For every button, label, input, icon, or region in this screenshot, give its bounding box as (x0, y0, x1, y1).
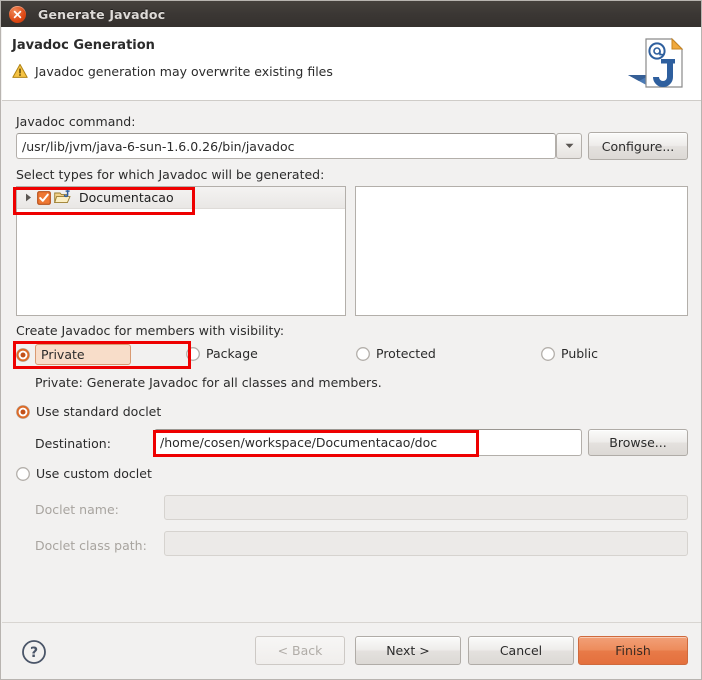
javadoc-command-dropdown[interactable] (556, 133, 582, 159)
javadoc-command-input[interactable]: /usr/lib/jvm/java-6-sun-1.6.0.26/bin/jav… (16, 133, 556, 159)
types-members-panel[interactable] (355, 186, 688, 316)
cancel-button[interactable]: Cancel (468, 636, 574, 665)
radio-unselected-icon (356, 346, 370, 361)
javadoc-command-label: Javadoc command: (16, 114, 136, 129)
checkbox-checked-icon[interactable] (37, 190, 51, 205)
radio-label-use-custom-doclet: Use custom doclet (36, 466, 152, 481)
back-button[interactable]: < Back (255, 636, 345, 665)
radio-label-private: Private (35, 344, 131, 365)
doclet-classpath-input (164, 531, 688, 556)
visibility-label: Create Javadoc for members with visibili… (16, 323, 285, 338)
radio-visibility-protected[interactable]: Protected (356, 346, 436, 361)
header-warning-message: Javadoc generation may overwrite existin… (35, 63, 333, 79)
header-message-row: Javadoc generation may overwrite existin… (12, 63, 333, 79)
visibility-description: Private: Generate Javadoc for all classe… (35, 375, 382, 390)
dialog-header: Javadoc Generation Javadoc generation ma… (2, 27, 701, 101)
radio-visibility-private[interactable]: Private (16, 344, 131, 365)
java-project-folder-icon (54, 190, 71, 204)
javadoc-document-icon (628, 37, 684, 88)
doclet-name-input (164, 495, 688, 520)
chevron-right-icon[interactable] (23, 192, 34, 203)
doclet-classpath-label: Doclet class path: (35, 538, 147, 553)
dialog-body: Javadoc command: /usr/lib/jvm/java-6-sun… (2, 101, 701, 622)
radio-label-use-standard-doclet: Use standard doclet (36, 404, 162, 419)
radio-selected-icon (16, 404, 30, 419)
radio-selected-icon (16, 347, 30, 362)
destination-label: Destination: (35, 436, 111, 451)
tree-item-label: Documentacao (79, 190, 174, 205)
svg-text:?: ? (30, 645, 38, 661)
window-title: Generate Javadoc (38, 6, 166, 22)
radio-visibility-package[interactable]: Package (186, 346, 258, 361)
doclet-name-label: Doclet name: (35, 502, 119, 517)
destination-input[interactable]: /home/cosen/workspace/Documentacao/doc (154, 429, 582, 456)
tree-item-documentacao[interactable]: Documentacao (17, 187, 345, 209)
title-bar: Generate Javadoc (1, 1, 701, 27)
browse-button[interactable]: Browse... (588, 429, 688, 456)
radio-label-protected: Protected (376, 346, 436, 361)
warning-triangle-icon (12, 63, 28, 78)
help-question-icon[interactable]: ? (21, 639, 47, 665)
close-icon[interactable] (9, 5, 26, 23)
radio-unselected-icon (186, 346, 200, 361)
radio-use-custom-doclet[interactable]: Use custom doclet (16, 466, 152, 481)
radio-visibility-public[interactable]: Public (541, 346, 598, 361)
select-types-label: Select types for which Javadoc will be g… (16, 167, 325, 182)
page-title: Javadoc Generation (12, 38, 155, 53)
configure-button[interactable]: Configure... (588, 132, 688, 160)
radio-unselected-icon (16, 466, 30, 481)
radio-unselected-icon (541, 346, 555, 361)
types-tree-panel[interactable]: Documentacao (16, 186, 346, 316)
radio-label-public: Public (561, 346, 598, 361)
radio-label-package: Package (206, 346, 258, 361)
chevron-down-icon (565, 143, 573, 148)
finish-button[interactable]: Finish (578, 636, 688, 665)
radio-use-standard-doclet[interactable]: Use standard doclet (16, 404, 161, 419)
generate-javadoc-dialog: Generate Javadoc Javadoc Generation Java… (0, 0, 702, 680)
next-button[interactable]: Next > (355, 636, 461, 665)
